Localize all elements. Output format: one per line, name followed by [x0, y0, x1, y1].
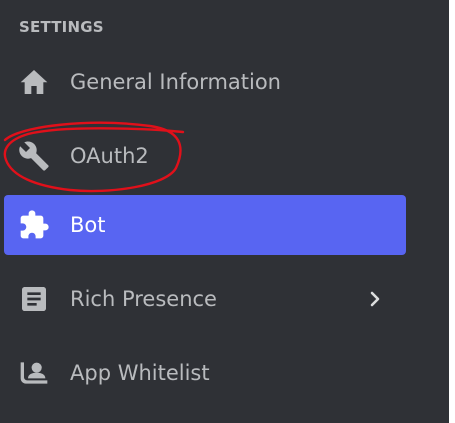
wrench-icon — [18, 140, 50, 172]
sidebar-item-oauth2[interactable]: OAuth2 — [4, 126, 406, 186]
settings-section-header: SETTINGS — [19, 18, 104, 36]
user-whitelist-icon — [18, 357, 50, 389]
chevron-right-icon — [365, 289, 385, 309]
settings-sidebar: SETTINGS General Information OAuth2 Bot … — [0, 0, 449, 423]
sidebar-item-bot[interactable]: Bot — [4, 195, 406, 255]
sidebar-item-general-information[interactable]: General Information — [4, 52, 406, 112]
sidebar-item-rich-presence[interactable]: Rich Presence — [4, 269, 406, 329]
sidebar-item-label: OAuth2 — [70, 144, 149, 168]
sidebar-item-label: Bot — [70, 213, 106, 237]
puzzle-piece-icon — [18, 209, 50, 241]
window-edge — [449, 0, 455, 423]
document-icon — [18, 283, 50, 315]
home-icon — [18, 66, 50, 98]
sidebar-item-label: Rich Presence — [70, 287, 217, 311]
sidebar-item-label: App Whitelist — [70, 361, 210, 385]
sidebar-item-label: General Information — [70, 70, 281, 94]
sidebar-item-app-whitelist[interactable]: App Whitelist — [4, 343, 406, 403]
